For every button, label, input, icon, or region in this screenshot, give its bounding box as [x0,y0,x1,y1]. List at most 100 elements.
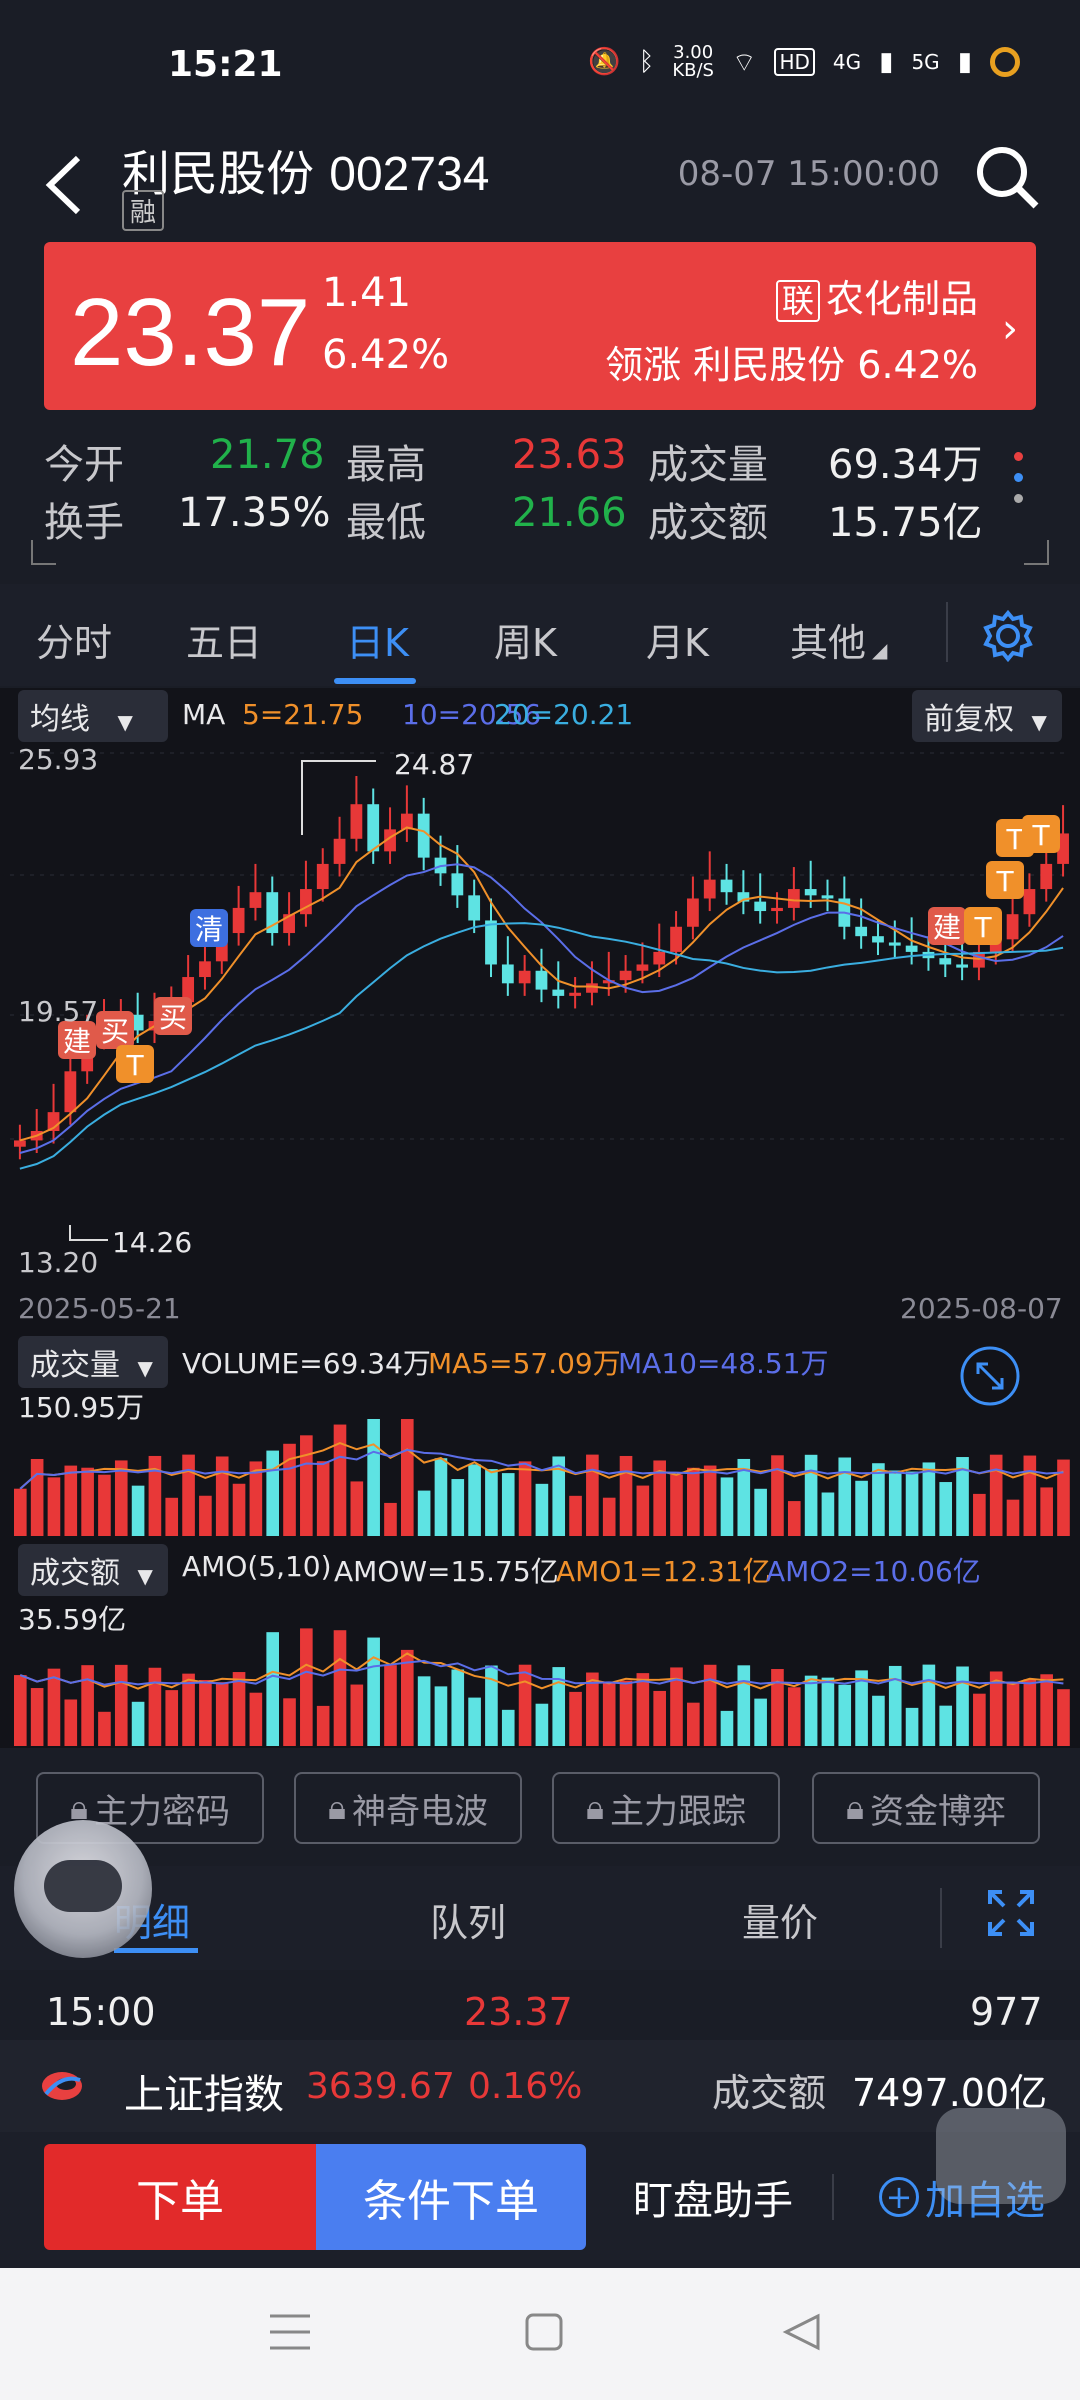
wifi-icon: ⌔ [732,47,757,78]
candlestick-chart[interactable]: 建买T买清建 TTT T [0,735,1080,1285]
volume-bar [400,1419,414,1536]
volume-bar [333,1424,347,1536]
floating-window-button[interactable] [936,2108,1066,2204]
monitor-assistant-button[interactable]: 盯盘助手 [618,2144,808,2250]
candle-body [787,889,800,908]
volume-bar [165,1497,179,1536]
volume-bar [266,1632,279,1746]
hd-icon: HD [774,48,815,76]
lead-stock: 利民股份 [693,343,846,387]
fullscreen-icon[interactable] [986,1888,1036,1938]
high-value: 23.63 [512,432,627,478]
volume-bar [81,1665,94,1746]
price-banner[interactable]: 23.37 1.41 6.42% 联农化制品 领涨 利民股份 6.42% › [44,242,1036,410]
volume-bar [417,1676,431,1746]
dropdown-triangle-icon: ◢ [872,638,888,662]
tab-daily-k[interactable]: 日K [346,612,409,667]
home-icon[interactable] [524,2312,564,2352]
date-end: 2025-08-07 [900,1292,1063,1325]
candle-body [872,936,884,943]
detail-divider [940,1888,942,1948]
magic-wave-button[interactable]: 🔒︎ 神奇电波 [294,1772,522,1844]
volume-chart[interactable] [0,1380,1080,1538]
margin-badge: 融 [122,190,165,231]
volume-bar [98,1711,111,1746]
back-icon[interactable] [782,2312,822,2352]
volume-bar [199,1679,212,1746]
volume-bar [434,1458,448,1536]
candle-body [619,970,632,981]
corner-mark-left [31,540,56,565]
volume-bar [535,1483,549,1536]
price-change-pct: 6.42% [322,332,450,378]
volume-bar [670,1474,683,1536]
tab-queue[interactable]: 队列 [430,1892,506,1947]
tab-weekly-k[interactable]: 周K [494,612,557,667]
volume-bar [905,1707,919,1746]
order-button[interactable]: 下单 [44,2144,316,2250]
index-pct: 0.16% [468,2066,583,2107]
volume-bar [1040,1487,1053,1536]
volume-bar [64,1699,78,1746]
volume-bar [182,1454,195,1536]
candle-body [367,804,380,852]
volume-bar [434,1686,448,1746]
volume-bar [417,1490,431,1536]
turnover-value: 17.35% [178,490,331,536]
volume-bar [249,1692,263,1746]
period-tabs: 分时 五日 日K 周K 月K 其他 ◢ [0,584,1080,686]
amount-select[interactable]: 成交额 ▼ [18,1544,168,1596]
signal-tag-label: 买 [101,1015,129,1048]
tab-monthly-k[interactable]: 月K [646,612,709,667]
assistant-avatar[interactable] [14,1820,152,1958]
volume-bar [148,1667,162,1746]
signal-tag-label: 清 [195,913,223,946]
corner-mark-right [1024,540,1049,565]
indicator-label: 均线 [30,702,90,737]
tab-other[interactable]: 其他 [790,612,866,667]
more-dots-icon[interactable] [1014,452,1028,515]
menu-icon[interactable] [268,2312,312,2352]
candle-body [468,895,481,921]
volume-bar [518,1664,532,1746]
trough-marker [69,1225,108,1241]
volume-bar [888,1470,902,1536]
search-icon[interactable] [974,144,1040,210]
mute-icon: 🔕 [588,47,621,77]
signal-tag-label: 建 [933,911,961,944]
tab-five-day[interactable]: 五日 [186,612,262,667]
volume-ma5: MA5=57.09万 [428,1347,621,1380]
conditional-order-button[interactable]: 条件下单 [316,2144,586,2250]
volume-bar [501,1473,515,1536]
status-bar: 15:21 🔕 ᛒ 3.00 KB/S ⌔ HD 4G ▮ 5G ▮ [0,0,1080,130]
volume-bar [485,1469,498,1536]
tab-volume-price[interactable]: 量价 [742,1892,818,1947]
volume-bar [973,1493,986,1536]
settings-gear-icon[interactable] [982,610,1034,662]
volume-panel-label: 成交量 [30,1348,120,1383]
volume-bar [165,1690,179,1746]
chevron-down-icon-2: ▼ [1031,710,1047,734]
status-time: 15:21 [168,44,283,85]
chevron-right-icon[interactable]: › [1002,306,1018,352]
volume-bar [64,1465,78,1536]
tab-intraday[interactable]: 分时 [36,612,112,667]
index-bar[interactable]: 上证指数 3639.67 0.16% 成交额 7497.00亿 [0,2040,1080,2132]
volume-bar [939,1705,953,1746]
lock-icon-3: 🔒︎ [585,1788,605,1828]
volume-bar [131,1485,145,1536]
capital-game-button[interactable]: 🔒︎ 资金博弈 [812,1772,1040,1844]
volume-bar [400,1649,414,1746]
main-force-tracking-button[interactable]: 🔒︎ 主力跟踪 [552,1772,780,1844]
candle-body [703,879,716,899]
volume-bar [989,1454,1003,1536]
volume-bar [771,1455,784,1536]
sector-link[interactable]: 联农化制品 [775,268,978,323]
candle-body [199,961,211,978]
volume-bar [182,1673,195,1746]
volume-current: VOLUME=69.34万 [182,1347,431,1380]
tick-volume: 977 [970,1990,1043,2034]
amount-amow: AMOW=15.75亿 [334,1555,559,1588]
amount-chart[interactable] [0,1590,1080,1748]
back-arrow-icon[interactable] [40,150,90,220]
